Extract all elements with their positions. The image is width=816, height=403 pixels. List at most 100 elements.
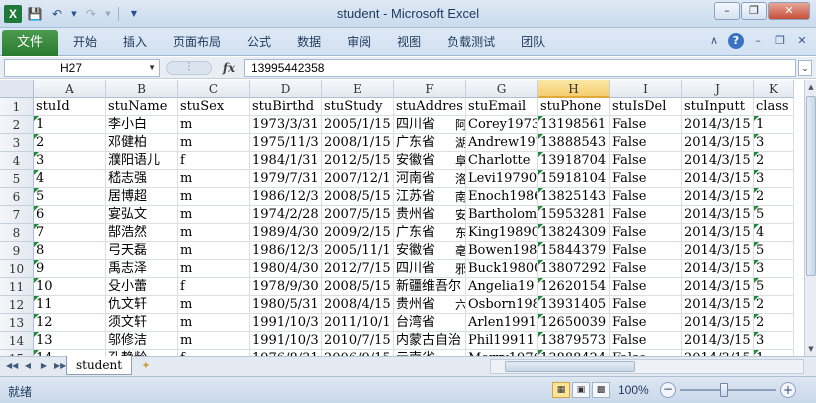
table-cell[interactable]: False: [610, 152, 682, 170]
table-cell[interactable]: f: [178, 152, 250, 170]
table-cell[interactable]: 2014/3/15: [682, 260, 754, 278]
table-cell[interactable]: m: [178, 332, 250, 350]
tab-5[interactable]: 审阅: [334, 28, 384, 56]
table-cell[interactable]: 2014/3/15: [682, 242, 754, 260]
table-cell[interactable]: False: [610, 296, 682, 314]
table-cell[interactable]: 宴弘文: [106, 206, 178, 224]
workbook-restore-icon[interactable]: ❐: [772, 33, 788, 49]
zoom-slider-track[interactable]: [680, 389, 776, 391]
table-cell[interactable]: 贵州省六: [394, 296, 466, 314]
table-cell[interactable]: 15953281: [538, 206, 610, 224]
worksheet-grid[interactable]: A B C D E F G H I J K 1 stuId stuName stuSex stuBirthd s…: [0, 80, 804, 356]
table-cell[interactable]: 7: [34, 224, 106, 242]
table-cell[interactable]: False: [610, 170, 682, 188]
table-cell[interactable]: 4: [754, 224, 794, 242]
scroll-up-icon[interactable]: ▲: [805, 80, 816, 94]
row-header[interactable]: 8: [0, 224, 34, 242]
header-cell[interactable]: stuName: [106, 98, 178, 116]
table-cell[interactable]: False: [610, 224, 682, 242]
column-header-i[interactable]: I: [610, 80, 682, 98]
column-header-k[interactable]: K: [754, 80, 794, 98]
table-cell[interactable]: 15918104: [538, 170, 610, 188]
row-header[interactable]: 4: [0, 152, 34, 170]
prev-sheet-icon[interactable]: ◀: [22, 359, 34, 373]
header-cell[interactable]: stuBirthd: [250, 98, 322, 116]
row-header[interactable]: 14: [0, 332, 34, 350]
table-cell[interactable]: m: [178, 260, 250, 278]
table-cell[interactable]: 邓健柏: [106, 134, 178, 152]
table-cell[interactable]: 2: [754, 152, 794, 170]
table-cell[interactable]: 13824309: [538, 224, 610, 242]
table-cell[interactable]: 12650039: [538, 314, 610, 332]
column-header-h[interactable]: H: [538, 80, 610, 98]
table-cell[interactable]: 2005/11/1: [322, 242, 394, 260]
table-cell[interactable]: Levi19790: [466, 170, 538, 188]
table-cell[interactable]: 11: [34, 296, 106, 314]
vertical-scrollbar[interactable]: ▲ ▼: [804, 80, 816, 356]
table-cell[interactable]: 1: [34, 116, 106, 134]
minimize-icon[interactable]: –: [714, 2, 740, 20]
table-cell[interactable]: 2007/5/15: [322, 206, 394, 224]
next-sheet-icon[interactable]: ▶: [38, 359, 50, 373]
table-cell[interactable]: 12620154: [538, 278, 610, 296]
tab-2[interactable]: 页面布局: [160, 28, 234, 56]
row-header[interactable]: 2: [0, 116, 34, 134]
scroll-down-icon[interactable]: ▼: [805, 342, 816, 356]
table-cell[interactable]: 13198561: [538, 116, 610, 134]
header-cell[interactable]: stuSex: [178, 98, 250, 116]
table-cell[interactable]: 台湾省: [394, 314, 466, 332]
header-cell[interactable]: stuStudy: [322, 98, 394, 116]
chevron-down-icon[interactable]: ▼: [148, 60, 156, 76]
table-cell[interactable]: 须文轩: [106, 314, 178, 332]
table-cell[interactable]: 1974/2/28: [250, 206, 322, 224]
column-header-j[interactable]: J: [682, 80, 754, 98]
table-cell[interactable]: 13931405: [538, 296, 610, 314]
table-cell[interactable]: 5: [754, 206, 794, 224]
select-all-corner[interactable]: [0, 80, 34, 98]
tab-file[interactable]: 文件: [2, 30, 58, 56]
table-cell[interactable]: m: [178, 224, 250, 242]
table-cell[interactable]: 四川省阿: [394, 116, 466, 134]
table-cell[interactable]: m: [178, 206, 250, 224]
table-cell[interactable]: 四川省邪: [394, 260, 466, 278]
sheet-tab-student[interactable]: student: [66, 356, 132, 375]
table-cell[interactable]: 广东省湖: [394, 134, 466, 152]
table-cell[interactable]: 1991/10/3: [250, 332, 322, 350]
formula-bar-grip-icon[interactable]: ⋮: [166, 61, 212, 75]
table-cell[interactable]: 2005/1/15: [322, 116, 394, 134]
table-cell[interactable]: 13807292: [538, 260, 610, 278]
table-cell[interactable]: 1978/9/30: [250, 278, 322, 296]
table-cell[interactable]: 濮阳语儿: [106, 152, 178, 170]
table-cell[interactable]: 5: [754, 278, 794, 296]
help-icon[interactable]: ?: [728, 33, 744, 49]
table-cell[interactable]: 安徽省亳: [394, 242, 466, 260]
table-cell[interactable]: False: [610, 188, 682, 206]
table-cell[interactable]: m: [178, 296, 250, 314]
table-cell[interactable]: 2012/5/15: [322, 152, 394, 170]
table-cell[interactable]: 12: [34, 314, 106, 332]
table-cell[interactable]: 2: [754, 314, 794, 332]
header-cell[interactable]: stuEmail: [466, 98, 538, 116]
table-cell[interactable]: 3: [754, 170, 794, 188]
workbook-close-icon[interactable]: ✕: [794, 33, 810, 49]
column-header-g[interactable]: G: [466, 80, 538, 98]
column-header-e[interactable]: E: [322, 80, 394, 98]
first-sheet-icon[interactable]: ◀◀: [6, 359, 18, 373]
table-cell[interactable]: 新疆维吾尔: [394, 278, 466, 296]
insert-function-icon[interactable]: fx: [220, 59, 238, 77]
table-cell[interactable]: 8: [34, 242, 106, 260]
table-cell[interactable]: 郜浩然: [106, 224, 178, 242]
table-cell[interactable]: Angelia19: [466, 278, 538, 296]
row-header[interactable]: 11: [0, 278, 34, 296]
column-header-c[interactable]: C: [178, 80, 250, 98]
tab-4[interactable]: 数据: [284, 28, 334, 56]
table-cell[interactable]: False: [610, 134, 682, 152]
table-cell[interactable]: m: [178, 170, 250, 188]
column-header-d[interactable]: D: [250, 80, 322, 98]
table-cell[interactable]: Corey1973: [466, 116, 538, 134]
restore-icon[interactable]: ❐: [741, 2, 767, 20]
table-cell[interactable]: 9: [34, 260, 106, 278]
tab-1[interactable]: 插入: [110, 28, 160, 56]
table-cell[interactable]: 2014/3/15: [682, 134, 754, 152]
header-cell[interactable]: stuId: [34, 98, 106, 116]
